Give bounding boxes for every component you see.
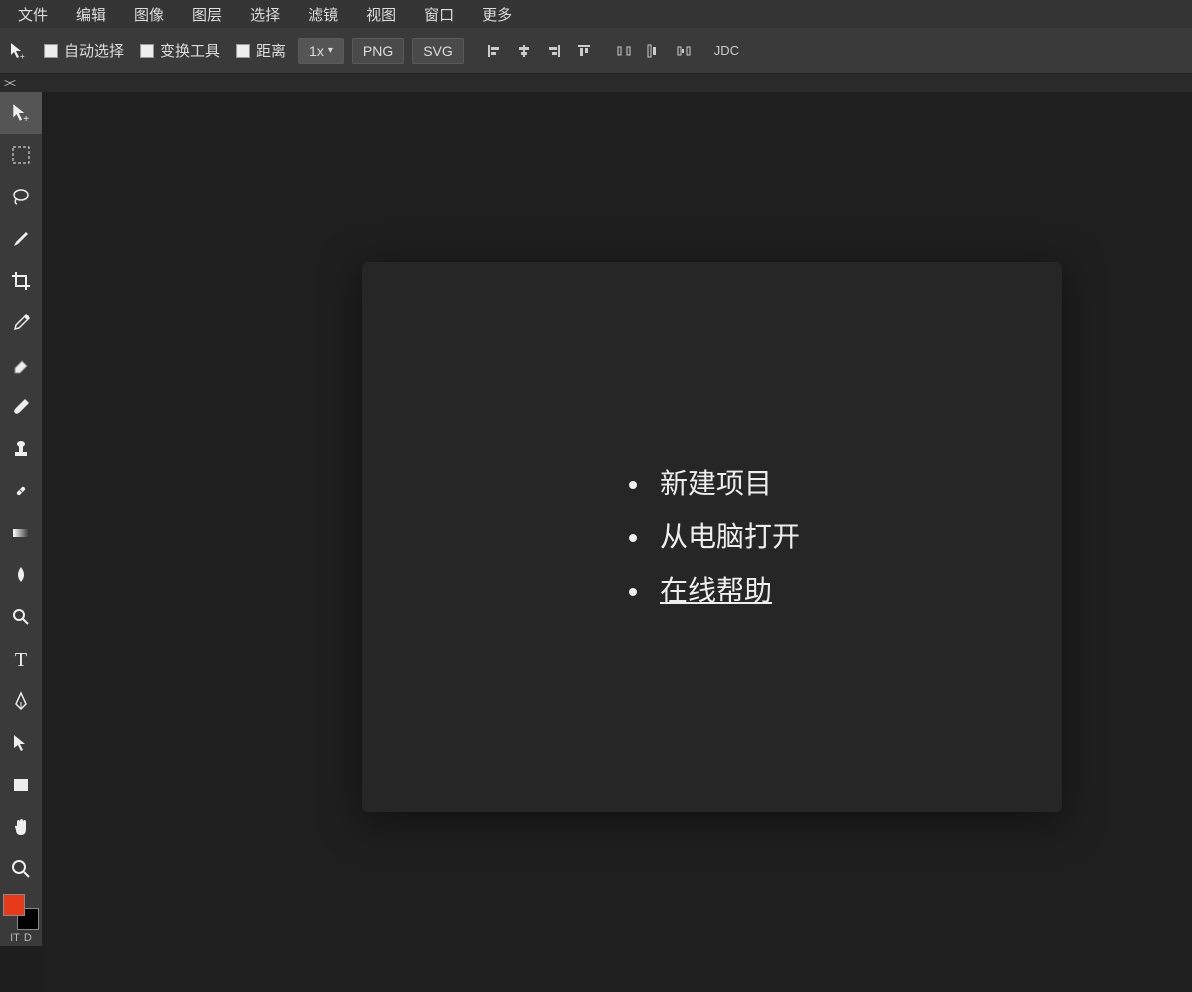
crop-tool[interactable]: [0, 260, 42, 302]
text-tool[interactable]: T: [0, 638, 42, 680]
canvas-area: 新建项目 从电脑打开 在线帮助: [42, 92, 1192, 992]
pen-tool[interactable]: [0, 680, 42, 722]
menu-edit[interactable]: 编辑: [62, 0, 120, 29]
welcome-new-project[interactable]: 新建项目: [652, 457, 800, 510]
svg-text:T: T: [15, 649, 27, 670]
hand-tool[interactable]: [0, 806, 42, 848]
checkbox-icon: [140, 44, 154, 58]
align-top-button[interactable]: [574, 41, 594, 61]
menu-file[interactable]: 文件: [4, 0, 62, 29]
checkbox-icon: [44, 44, 58, 58]
lasso-tool[interactable]: [0, 176, 42, 218]
distribute-v-button[interactable]: [644, 41, 664, 61]
foreground-color-swatch[interactable]: [3, 894, 25, 916]
toolbar-move-icon: +: [4, 37, 32, 65]
dodge-tool[interactable]: [0, 596, 42, 638]
zoom-value: 1x: [309, 43, 324, 59]
mini-label-left: IT: [10, 932, 20, 944]
auto-select-checkbox[interactable]: 自动选择: [40, 40, 128, 61]
distribute-group: [614, 41, 694, 61]
menu-window[interactable]: 窗口: [410, 0, 468, 29]
distribute-h-button[interactable]: [614, 41, 634, 61]
stamp-tool[interactable]: [0, 428, 42, 470]
paint-brush-tool[interactable]: [0, 386, 42, 428]
distance-label: 距离: [256, 40, 286, 61]
auto-select-label: 自动选择: [64, 40, 124, 61]
welcome-open-from-computer[interactable]: 从电脑打开: [652, 510, 800, 563]
tab-scroll-arrows[interactable]: ><: [4, 76, 14, 90]
zoom-dropdown[interactable]: 1x ▾: [298, 38, 344, 64]
menu-layer[interactable]: 图层: [178, 0, 236, 29]
distance-checkbox[interactable]: 距离: [232, 40, 290, 61]
align-group: [484, 41, 594, 61]
healing-tool[interactable]: [0, 470, 42, 512]
welcome-online-help[interactable]: 在线帮助: [652, 564, 800, 617]
svg-button[interactable]: SVG: [412, 38, 464, 64]
color-swatches[interactable]: [3, 894, 39, 930]
shape-tool[interactable]: [0, 764, 42, 806]
path-select-tool[interactable]: [0, 722, 42, 764]
transform-checkbox[interactable]: 变换工具: [136, 40, 224, 61]
menu-select[interactable]: 选择: [236, 0, 294, 29]
menu-more[interactable]: 更多: [468, 0, 526, 29]
chevron-down-icon: ▾: [328, 45, 333, 56]
tool-panel: + T: [0, 92, 42, 946]
menu-filter[interactable]: 滤镜: [294, 0, 352, 29]
brush-tool[interactable]: [0, 218, 42, 260]
transform-label: 变换工具: [160, 40, 220, 61]
document-tabstrip: ><: [0, 74, 1192, 92]
png-button[interactable]: PNG: [352, 38, 404, 64]
options-toolbar: + 自动选择 变换工具 距离 1x ▾ PNG SVG: [0, 28, 1192, 74]
zoom-tool[interactable]: [0, 848, 42, 890]
align-center-h-button[interactable]: [514, 41, 534, 61]
menu-view[interactable]: 视图: [352, 0, 410, 29]
mini-label-right: D: [24, 932, 32, 944]
welcome-list: 新建项目 从电脑打开 在线帮助: [624, 457, 800, 617]
align-right-button[interactable]: [544, 41, 564, 61]
welcome-panel: 新建项目 从电脑打开 在线帮助: [362, 262, 1062, 812]
align-left-button[interactable]: [484, 41, 504, 61]
distribute-spacing-button[interactable]: [674, 41, 694, 61]
menubar: 文件 编辑 图像 图层 选择 滤镜 视图 窗口 更多: [0, 0, 1192, 28]
marquee-tool[interactable]: [0, 134, 42, 176]
swatch-mini-labels: IT D: [8, 930, 34, 946]
svg-text:+: +: [20, 52, 25, 61]
svg-text:+: +: [23, 114, 29, 124]
blur-tool[interactable]: [0, 554, 42, 596]
gradient-tool[interactable]: [0, 512, 42, 554]
move-tool[interactable]: +: [0, 92, 42, 134]
eraser-tool[interactable]: [0, 344, 42, 386]
jdc-label: JDC: [714, 43, 739, 58]
eyedropper-tool[interactable]: [0, 302, 42, 344]
checkbox-icon: [236, 44, 250, 58]
menu-image[interactable]: 图像: [120, 0, 178, 29]
